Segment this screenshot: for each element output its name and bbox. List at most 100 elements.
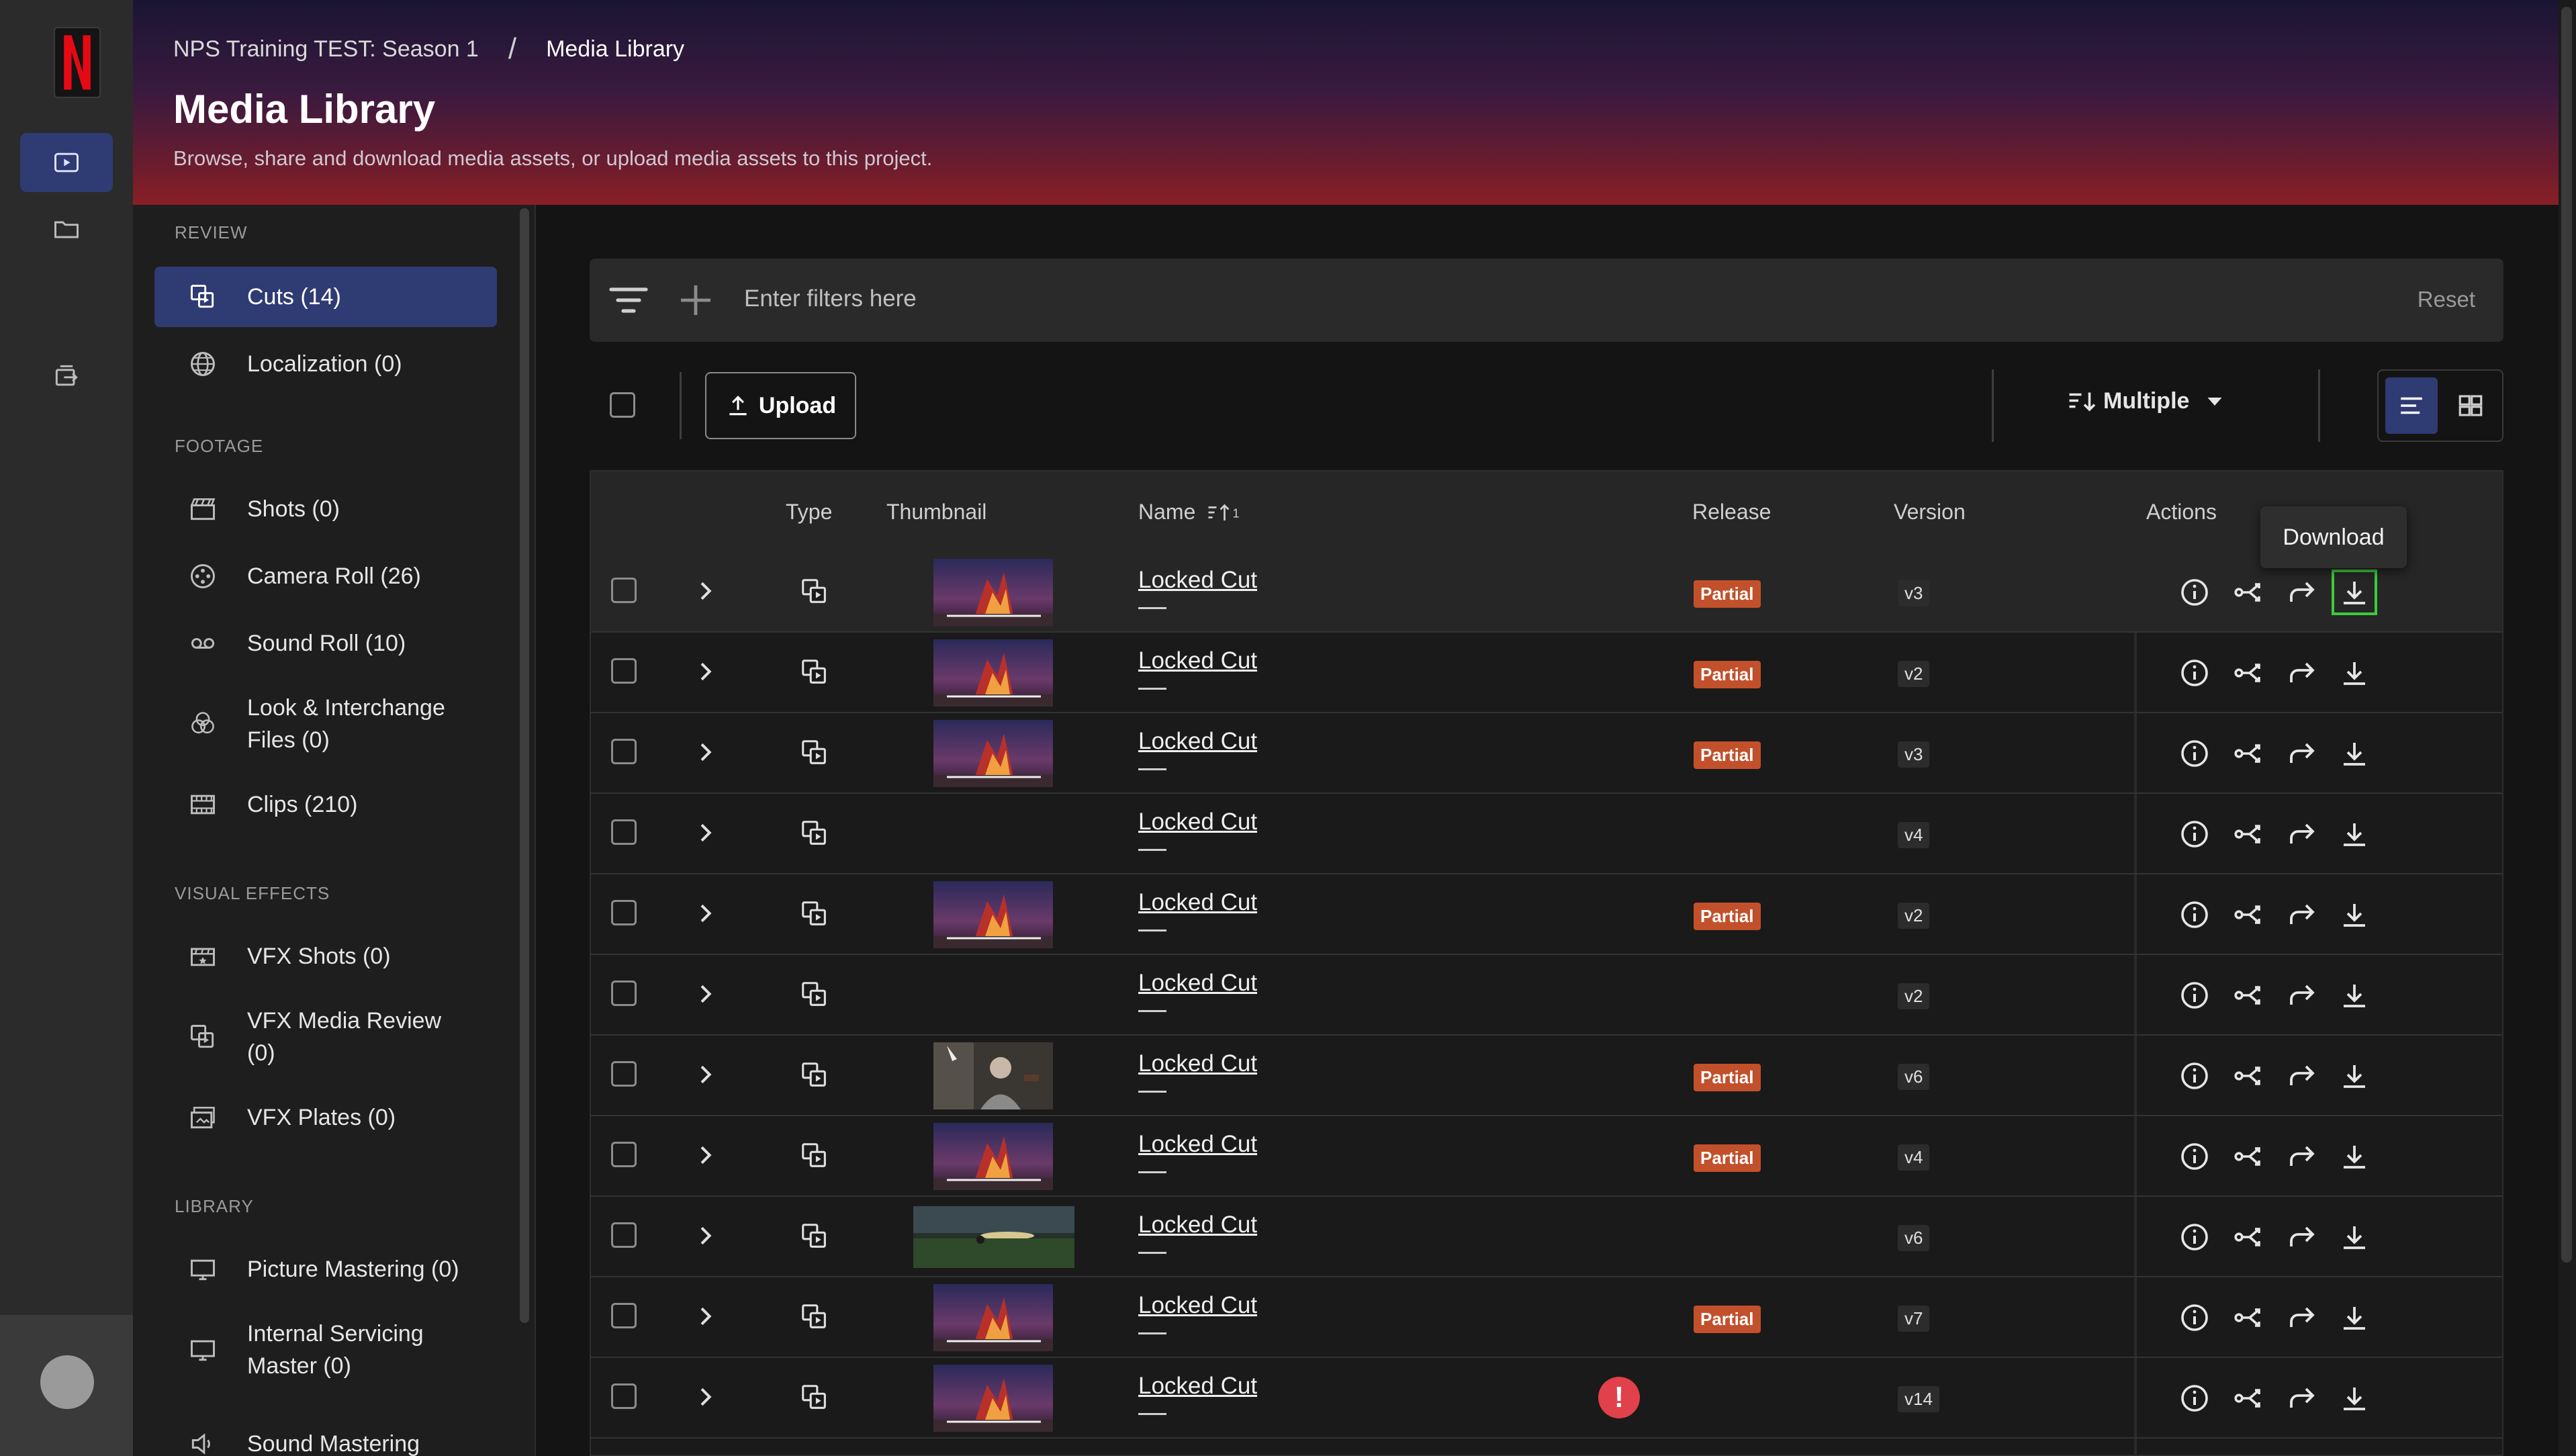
row-checkbox[interactable] [611,1142,637,1167]
row-checkbox[interactable] [611,981,637,1006]
filter-icon[interactable] [608,281,649,319]
row-checkbox[interactable] [611,1303,637,1328]
info-icon[interactable] [2178,1140,2211,1173]
chevron-right-icon[interactable] [692,739,719,766]
sidebar-item-camera-roll[interactable]: Camera Roll (26) [154,546,497,606]
sidebar-item-localization[interactable]: Localization (0) [154,334,497,394]
share-icon[interactable] [2232,1221,2264,1253]
info-icon[interactable] [2178,576,2211,608]
asset-name-link[interactable]: Locked Cut [1138,889,1257,916]
grid-view-button[interactable] [2444,377,2497,434]
download-icon[interactable] [2332,570,2377,615]
forward-icon[interactable] [2286,1060,2318,1092]
sidebar-item-vfx-plates[interactable]: VFX Plates (0) [154,1087,497,1148]
chevron-right-icon[interactable] [692,1061,719,1088]
breadcrumb-project[interactable]: NPS Training TEST: Season 1 [173,36,479,62]
forward-icon[interactable] [2286,737,2318,770]
sidebar-item-sound-roll[interactable]: Sound Roll (10) [154,613,497,674]
table-row[interactable]: Locked Cut Partial v7 [591,1277,2502,1358]
forward-icon[interactable] [2286,1302,2318,1334]
netflix-logo[interactable] [54,27,101,98]
list-view-button[interactable] [2385,377,2438,434]
sidebar-item-shots[interactable]: Shots (0) [154,479,497,539]
row-checkbox[interactable] [611,1222,637,1248]
chevron-right-icon[interactable] [692,981,719,1007]
share-icon[interactable] [2232,1140,2264,1173]
sort-dropdown[interactable]: Multiple [2067,388,2227,414]
forward-icon[interactable] [2286,1140,2318,1173]
sidebar-scrollbar[interactable] [520,208,529,1323]
table-row[interactable]: Locked Cut v4 [591,794,2502,874]
forward-icon[interactable] [2286,818,2318,850]
table-row[interactable]: Locked Cut Partial v3 [591,713,2502,794]
plus-icon[interactable] [676,281,716,319]
download-icon[interactable] [2338,1140,2371,1173]
sidebar-item-look-interchange[interactable]: Look & Interchange Files (0) [154,680,497,768]
row-checkbox[interactable] [611,1061,637,1087]
col-type[interactable]: Type [786,500,832,525]
sidebar-item-internal-servicing[interactable]: Internal Servicing Master (0) [154,1306,497,1394]
thumbnail-image[interactable] [933,1365,1053,1432]
chevron-right-icon[interactable] [692,1303,719,1330]
asset-name-link[interactable]: Locked Cut [1138,567,1257,594]
sidebar-item-picture-mastering[interactable]: Picture Mastering (0) [154,1239,497,1300]
table-row[interactable]: Locked Cut! v14 [591,1358,2502,1439]
info-icon[interactable] [2178,818,2211,850]
share-icon[interactable] [2232,899,2264,931]
thumbnail-image[interactable] [933,1284,1053,1351]
forward-icon[interactable] [2286,1221,2318,1253]
asset-name-link[interactable]: Locked Cut [1138,1050,1257,1077]
row-checkbox[interactable] [611,900,637,925]
share-icon[interactable] [2232,576,2264,608]
page-scrollbar[interactable] [2559,0,2576,1456]
sidebar-item-cuts[interactable]: Cuts (14) [154,267,497,327]
row-checkbox[interactable] [611,658,637,684]
col-release[interactable]: Release [1692,500,1771,525]
asset-name-link[interactable]: Locked Cut [1138,970,1257,997]
table-row[interactable]: Locked Cut Partial v6 [591,1036,2502,1116]
info-icon[interactable] [2178,657,2211,689]
sidebar-item-sound-mastering[interactable]: Sound Mastering [154,1414,497,1456]
row-checkbox[interactable] [611,739,637,764]
row-checkbox[interactable] [611,819,637,845]
thumbnail-image[interactable] [933,720,1053,787]
row-checkbox[interactable] [611,1383,637,1409]
thumbnail-image[interactable] [933,639,1053,707]
chevron-right-icon[interactable] [692,1142,719,1169]
forward-icon[interactable] [2286,979,2318,1011]
chevron-right-icon[interactable] [692,1383,719,1410]
table-row[interactable]: Locked Cut Partial v4 [591,1116,2502,1197]
share-icon[interactable] [2232,1060,2264,1092]
avatar[interactable] [40,1355,94,1409]
thumbnail-image[interactable] [933,1042,1053,1109]
chevron-right-icon[interactable] [692,658,719,685]
info-icon[interactable] [2178,737,2211,770]
filter-input[interactable]: Enter filters here [744,285,917,312]
info-icon[interactable] [2178,979,2211,1011]
thumbnail-image[interactable] [933,1123,1053,1190]
table-row[interactable]: Locked Cut v2 [591,955,2502,1036]
deliveries-nav[interactable] [20,347,113,406]
files-nav[interactable] [20,200,113,259]
asset-name-link[interactable]: Locked Cut [1138,1373,1257,1400]
info-icon[interactable] [2178,899,2211,931]
asset-name-link[interactable]: Locked Cut [1138,809,1257,835]
download-icon[interactable] [2338,1221,2371,1253]
info-icon[interactable] [2178,1221,2211,1253]
table-row[interactable]: Locked Cut Partial v2 [591,874,2502,955]
share-icon[interactable] [2232,818,2264,850]
select-all-checkbox[interactable] [610,392,635,418]
share-icon[interactable] [2232,1382,2264,1414]
info-icon[interactable] [2178,1302,2211,1334]
col-version[interactable]: Version [1894,500,1966,525]
upload-button[interactable]: Upload [705,372,856,439]
download-icon[interactable] [2338,1382,2371,1414]
reset-button[interactable]: Reset [2418,287,2475,312]
download-icon[interactable] [2338,818,2371,850]
share-icon[interactable] [2232,657,2264,689]
row-checkbox[interactable] [611,578,637,603]
page-scrollbar-thumb[interactable] [2561,7,2572,1263]
forward-icon[interactable] [2286,576,2318,608]
table-row[interactable]: Locked Cut Partial v2 [591,633,2502,713]
asset-name-link[interactable]: Locked Cut [1138,728,1257,755]
